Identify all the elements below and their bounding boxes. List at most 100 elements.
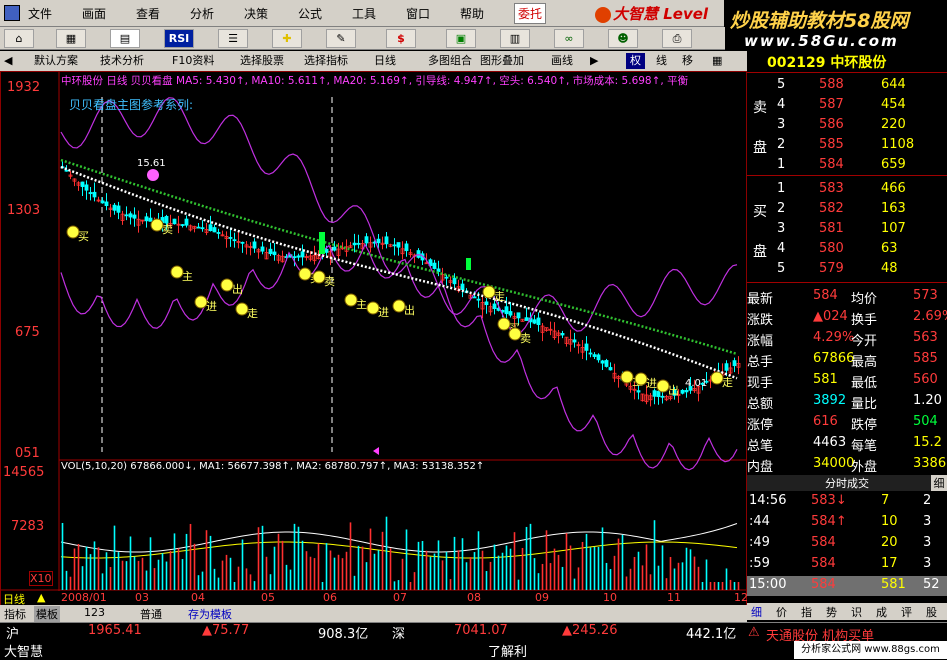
buy-row-cell: 3	[777, 221, 786, 236]
candle-body	[196, 226, 201, 229]
menu-tools[interactable]: 工具	[352, 5, 376, 22]
scroll-right-icon[interactable]: ▶	[590, 53, 598, 69]
tab-tech-analysis[interactable]: 技术分析	[100, 53, 144, 69]
buy-row-cell: 583	[819, 181, 844, 196]
quote-tab[interactable]: 评	[901, 604, 912, 620]
tab-normal[interactable]: 普通	[140, 606, 162, 622]
buy-row-cell: 4	[777, 241, 786, 256]
news-link[interactable]: 了解利	[488, 641, 527, 660]
people-icon[interactable]: ☻	[608, 29, 638, 48]
tick-row-cell: 2	[923, 493, 932, 508]
kline-chart[interactable]: 买卖主进出走买卖主进出走买卖主进出走 中环股份 日线 贝贝看盘 MA5: 5.4…	[0, 71, 748, 606]
tab-overlay[interactable]: 图形叠加	[480, 53, 524, 69]
detail-button[interactable]: 细	[931, 475, 947, 491]
band-lower-line	[60, 243, 738, 471]
menu-window[interactable]: 窗口	[406, 5, 430, 22]
rsi-icon[interactable]: RSI	[164, 29, 194, 48]
ticker-warning-icon: ⚠	[748, 625, 760, 640]
candle-body	[364, 236, 369, 244]
signal-label: 进	[646, 377, 657, 390]
cash-icon[interactable]: ▣	[446, 29, 476, 48]
menu-formula[interactable]: 公式	[298, 5, 322, 22]
candle-body	[724, 363, 729, 371]
site-banner: 炒股辅助教材58股网 www.58Gu.com	[724, 0, 947, 50]
calc-icon[interactable]: ▥	[500, 29, 530, 48]
signal-label: 卖	[162, 223, 173, 236]
crosshair-icon[interactable]: ✚	[272, 29, 302, 48]
month-label: 07	[393, 591, 407, 604]
candle-body	[560, 333, 565, 336]
tick-row-cell: 14:56	[749, 493, 787, 508]
menu-help[interactable]: 帮助	[460, 5, 484, 22]
menu-view[interactable]: 查看	[136, 5, 160, 22]
footer-watermark: 分析家公式网 www.88gs.com	[794, 641, 947, 659]
tab-select-indicator[interactable]: 选择指标	[304, 53, 348, 69]
tab-move[interactable]: 移	[682, 53, 693, 69]
list-icon[interactable]: ☰	[218, 29, 248, 48]
quote-tab[interactable]: 价	[776, 604, 787, 620]
money-icon[interactable]: $	[386, 29, 416, 48]
home-icon[interactable]: ⌂	[4, 29, 34, 48]
signal-label: 主	[182, 270, 193, 283]
menu-view-screen[interactable]: 画面	[82, 5, 106, 22]
tab-multi-chart[interactable]: 多图组合	[428, 53, 472, 69]
sell-label: 卖	[753, 100, 767, 116]
buy-row-cell: 1	[777, 181, 786, 196]
candle-body	[272, 251, 277, 256]
candle-body	[216, 232, 221, 234]
tab-default-scheme[interactable]: 默认方案	[34, 53, 78, 69]
candle-body	[416, 250, 421, 258]
tab-indicator[interactable]: 指标	[4, 606, 26, 622]
sz-index: 7041.07	[454, 623, 508, 638]
tab-rights[interactable]: 权	[626, 53, 645, 69]
menu-decision[interactable]: 决策	[244, 5, 268, 22]
tab-template[interactable]: 模板	[34, 606, 60, 622]
sz-label: 深	[392, 627, 406, 642]
quote-tab[interactable]: 势	[826, 604, 837, 620]
kline-icon[interactable]: ▤	[110, 29, 140, 48]
tab-draw[interactable]: 画线	[551, 53, 573, 69]
quote-panel: 002129 中环股份 卖 盘 5 588 644 4 587 454 3 586 220 2 58…	[747, 50, 947, 606]
sell-row-cell: 454	[881, 97, 906, 112]
tab-f10[interactable]: F10资料	[172, 53, 214, 69]
candle-body	[436, 268, 441, 272]
candle-body	[652, 390, 657, 397]
menu-file[interactable]: 文件	[28, 5, 52, 22]
tab-select-stock[interactable]: 选择股票	[240, 53, 284, 69]
date-axis: 日线 ▲ 2008/01 03 04 05 06 07 08 09 10 11 …	[1, 591, 748, 606]
candle-body	[172, 218, 177, 225]
candle-body	[484, 301, 489, 306]
tick-row-cell: 583↓	[811, 493, 847, 508]
binoculars-icon[interactable]: ∞	[554, 29, 584, 48]
save-template-button[interactable]: 存为模板	[188, 606, 232, 622]
month-label: 08	[467, 591, 481, 604]
chart-icon[interactable]: ▦	[56, 29, 86, 48]
candle-body	[572, 339, 577, 343]
candle-body	[584, 343, 589, 351]
quote-tab[interactable]: 细	[751, 604, 762, 620]
ticks-title[interactable]: 分时成交	[747, 475, 947, 491]
tab-daily[interactable]: 日线	[374, 53, 396, 69]
quote-tab[interactable]: 股	[926, 604, 937, 620]
entrust-button[interactable]: 委托	[514, 3, 547, 24]
quote-tab[interactable]: 指	[801, 604, 812, 620]
tick-row-cell: 3	[923, 514, 932, 529]
month-label: 10	[603, 591, 617, 604]
candle-body	[252, 241, 257, 249]
settings-icon[interactable]: ▦	[712, 53, 722, 69]
tick-row-cell: 7	[881, 493, 890, 508]
vol-tick-mid: 7283	[11, 519, 45, 534]
period-arrow-icon[interactable]: ▲	[37, 591, 45, 604]
tab-123[interactable]: 123	[84, 606, 105, 619]
indicator-header: 中环股份 日线 贝贝看盘 MA5: 5.430↑, MA10: 5.611↑, …	[61, 75, 689, 87]
buy-row-cell: 466	[881, 181, 906, 196]
tab-line[interactable]: 线	[656, 53, 667, 69]
stat-row-cell: 560	[913, 372, 938, 387]
printer-icon[interactable]: ⎙	[662, 29, 692, 48]
menu-analysis[interactable]: 分析	[190, 5, 214, 22]
quote-tab[interactable]: 成	[876, 604, 887, 620]
tick-row-cell: 20	[881, 535, 898, 550]
scroll-left-icon[interactable]: ◀	[4, 53, 12, 69]
ruler-icon[interactable]: ✎	[326, 29, 356, 48]
quote-tab[interactable]: 识	[851, 604, 862, 620]
